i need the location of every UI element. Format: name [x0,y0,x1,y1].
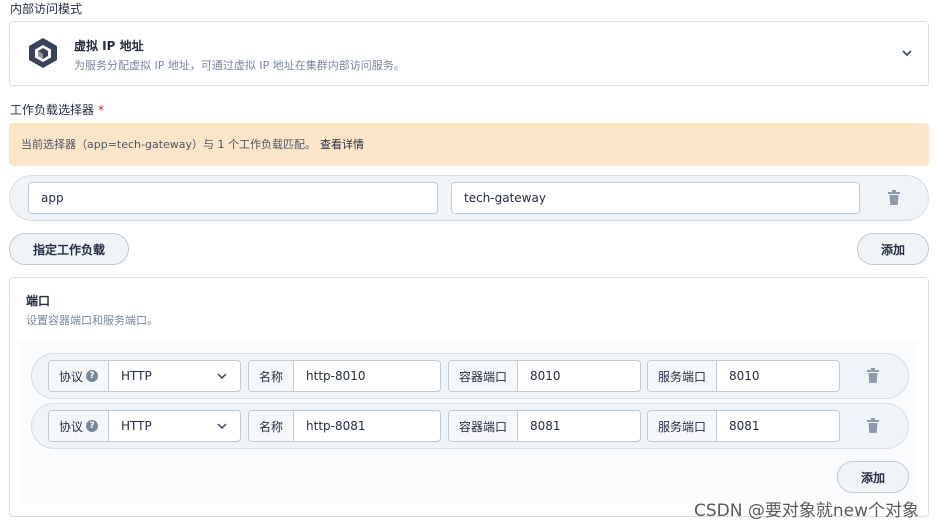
selector-value-input[interactable] [451,182,860,214]
watermark: CSDN @要对象就new个对象 [693,501,919,521]
trash-icon[interactable] [866,368,880,384]
chevron-down-icon [217,423,227,430]
service-port-label: 服务端口 [648,361,718,391]
alert-text: 当前选择器（app=tech-gateway）与 1 个工作负载匹配。 [21,138,317,151]
container-port-field[interactable]: 容器端口 8010 [448,360,641,392]
protocol-label: 协议 [59,369,84,384]
ports-desc: 设置容器端口和服务端口。 [26,314,158,327]
port-name-field[interactable]: 名称 http-8081 [248,410,441,442]
access-mode-title: 虚拟 IP 地址 [74,39,144,53]
chevron-down-icon [217,373,227,380]
access-mode-desc: 为服务分配虚拟 IP 地址，可通过虚拟 IP 地址在集群内部访问服务。 [74,59,405,72]
protocol-value-text: HTTP [121,419,152,433]
container-port-label: 容器端口 [449,361,519,391]
trash-icon[interactable] [887,190,901,206]
protocol-select[interactable]: 协议? HTTP [48,410,241,442]
view-details-link[interactable]: 查看详情 [320,138,364,151]
internal-access-label: 内部访问模式 [10,2,83,16]
protocol-value-text: HTTP [121,369,152,383]
protocol-label: 协议 [59,419,84,434]
chevron-down-icon[interactable] [900,46,914,60]
ports-card: 端口 设置容器端口和服务端口。 协议? HTTP 名称 http-8010 容器… [9,277,929,517]
protocol-value[interactable]: HTTP [109,361,240,391]
workload-selector-label: 工作负载选择器 * [10,101,104,118]
container-port-value[interactable]: 8010 [518,361,640,391]
name-label: 名称 [249,361,295,391]
protocol-select[interactable]: 协议? HTTP [48,360,241,392]
ports-title: 端口 [26,294,51,308]
specify-workload-button[interactable]: 指定工作负载 [9,233,129,265]
port-name-field[interactable]: 名称 http-8010 [248,360,441,392]
selector-key-input[interactable] [28,182,438,214]
container-port-label: 容器端口 [449,411,519,441]
protocol-addon: 协议? [49,411,110,441]
access-mode-select[interactable]: 虚拟 IP 地址 为服务分配虚拟 IP 地址，可通过虚拟 IP 地址在集群内部访… [9,21,929,86]
cube-icon [29,38,57,68]
service-port-field[interactable]: 服务端口 8081 [647,410,840,442]
port-name-value[interactable]: http-8010 [294,361,440,391]
port-row: 协议? HTTP 名称 http-8081 容器端口 8081 服务端口 808… [31,403,909,449]
container-port-value[interactable]: 8081 [518,411,640,441]
name-label: 名称 [249,411,295,441]
port-row: 协议? HTTP 名称 http-8010 容器端口 8010 服务端口 801… [31,353,909,399]
protocol-addon: 协议? [49,361,110,391]
workload-selector-text: 工作负载选择器 [10,103,95,117]
trash-icon[interactable] [866,418,880,434]
required-mark: * [98,103,105,117]
service-port-field[interactable]: 服务端口 8010 [647,360,840,392]
service-port-value[interactable]: 8081 [717,411,839,441]
selector-row [9,175,929,221]
selector-match-alert: 当前选择器（app=tech-gateway）与 1 个工作负载匹配。 查看详情 [9,123,929,166]
service-port-label: 服务端口 [648,411,718,441]
port-name-value[interactable]: http-8081 [294,411,440,441]
service-port-value[interactable]: 8010 [717,361,839,391]
container-port-field[interactable]: 容器端口 8081 [448,410,641,442]
help-icon: ? [86,420,99,432]
protocol-value[interactable]: HTTP [109,411,240,441]
ports-list: 协议? HTTP 名称 http-8010 容器端口 8010 服务端口 801… [19,341,917,504]
add-port-button[interactable]: 添加 [837,461,909,493]
add-selector-button[interactable]: 添加 [857,233,929,265]
help-icon: ? [86,370,99,382]
